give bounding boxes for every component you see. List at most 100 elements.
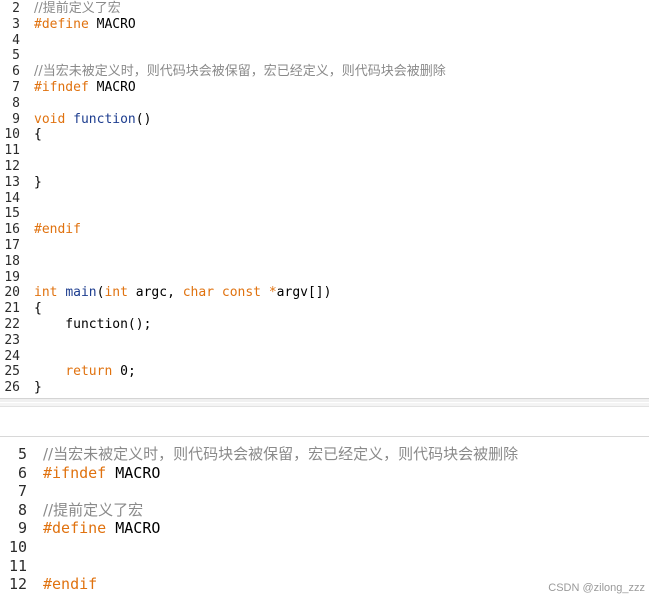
code-line[interactable]: 15 (0, 206, 649, 222)
code-text: //当宏未被定义时，则代码块会被保留，宏已经定义，则代码块会被删除 (34, 64, 446, 80)
code-line[interactable]: 24 (0, 349, 649, 365)
code-line[interactable]: 5 (0, 48, 649, 64)
line-number: 19 (4, 269, 20, 285)
keyword: const (221, 285, 262, 301)
code-line[interactable]: 17 (0, 238, 649, 254)
code-line[interactable]: 8 (0, 96, 649, 112)
code-line[interactable]: 8 //提前定义了宏 (0, 501, 649, 520)
line-number: 14 (4, 190, 20, 206)
code-line[interactable]: 20 int main(int argc, char const *argv[]) (0, 285, 649, 301)
code-line[interactable]: 23 (0, 333, 649, 349)
bottom-code-editor[interactable]: 5 //当宏未被定义时，则代码块会被保留，宏已经定义，则代码块会被删除 6 #ifnd… (0, 437, 649, 598)
code-line[interactable]: 7 (0, 482, 649, 501)
code-comment: //提前定义了宏 (43, 500, 144, 519)
keyword: * (268, 285, 277, 301)
code-line[interactable]: 19 (0, 270, 649, 286)
preprocessor-directive: #endif (34, 222, 81, 238)
code-line[interactable]: 6 //当宏未被定义时，则代码块会被保留，宏已经定义，则代码块会被删除 (0, 64, 649, 80)
code-line[interactable]: 25 return 0; (0, 364, 649, 380)
line-number: 2 (12, 1, 20, 16)
line-number: 11 (8, 556, 27, 575)
code-text: //当宏未被定义时，则代码块会被保留，宏已经定义，则代码块会被删除 (43, 445, 518, 464)
code-line[interactable]: 16 #endif (0, 222, 649, 238)
code-token: argv[]) (276, 285, 332, 301)
line-number: 10 (4, 127, 20, 143)
code-token: MACRO (106, 519, 161, 538)
code-line[interactable]: 6 #ifndef MACRO (0, 464, 649, 483)
code-text: } (34, 380, 42, 396)
code-token: ; (127, 364, 136, 380)
code-line[interactable]: 11 (0, 557, 649, 576)
code-line[interactable]: 12 (0, 159, 649, 175)
code-text: //提前定义了宏 (34, 1, 121, 17)
code-line[interactable]: 2 //提前定义了宏 (0, 1, 649, 17)
code-line[interactable]: 22 function(); (0, 317, 649, 333)
code-line[interactable]: 4 (0, 33, 649, 49)
line-number: 12 (4, 159, 20, 174)
code-comment: //当宏未被定义时，则代码块会被保留，宏已经定义，则代码块会被删除 (34, 64, 446, 80)
line-number: 7 (12, 80, 20, 95)
code-comment: //提前定义了宏 (34, 1, 121, 16)
code-line[interactable]: 9 void function() (0, 112, 649, 128)
code-line[interactable]: 9 #define MACRO (0, 519, 649, 538)
code-line[interactable]: 10 (0, 538, 649, 557)
line-number: 24 (4, 348, 20, 364)
code-token: MACRO (88, 16, 136, 32)
code-text: return 0; (34, 364, 136, 380)
code-text: #endif (43, 575, 97, 594)
code-text: #endif (34, 222, 81, 238)
keyword: int (104, 285, 128, 301)
line-number: 6 (12, 64, 20, 80)
code-token: { (34, 127, 42, 143)
line-number: 17 (4, 238, 20, 253)
code-token: } (34, 174, 42, 190)
line-number: 3 (12, 16, 20, 32)
keyword: char (182, 285, 215, 301)
keyword: void (34, 111, 66, 127)
line-number: 26 (4, 380, 20, 396)
line-number: 18 (4, 253, 20, 269)
line-number: 20 (4, 285, 20, 301)
top-code-editor[interactable]: 2 //提前定义了宏 3 #define MACRO 4 5 6 //当宏未被定义时，则代码块… (0, 0, 649, 398)
code-line[interactable]: 3 #define MACRO (0, 17, 649, 33)
code-line[interactable]: 13} (0, 175, 649, 191)
code-line[interactable]: 18 (0, 254, 649, 270)
code-token: argc, (127, 285, 183, 301)
preprocessor-directive: #ifndef (34, 80, 89, 95)
line-number: 8 (17, 500, 27, 519)
code-line[interactable]: 26} (0, 380, 649, 396)
code-line[interactable]: 10 { (0, 127, 649, 143)
code-line[interactable]: 7 #ifndef MACRO (0, 80, 649, 96)
code-line[interactable]: 14 (0, 191, 649, 207)
line-number: 8 (12, 95, 20, 111)
line-number: 5 (17, 445, 27, 463)
line-number: 22 (4, 317, 20, 332)
code-line[interactable]: 11 (0, 143, 649, 159)
code-token: MACRO (106, 463, 161, 482)
code-line[interactable]: 5 //当宏未被定义时，则代码块会被保留，宏已经定义，则代码块会被删除 (0, 445, 649, 464)
code-text: int main(int argc, char const *argv[]) (34, 285, 331, 301)
code-text: function(); (34, 317, 151, 333)
line-number: 10 (8, 538, 27, 556)
line-number: 9 (17, 519, 27, 538)
line-number: 15 (4, 206, 20, 222)
line-number: 23 (4, 332, 20, 348)
line-number: 13 (4, 174, 20, 190)
code-text: { (34, 301, 42, 317)
preprocessor-directive: #ifndef (43, 463, 107, 482)
line-number: 21 (4, 301, 20, 317)
keyword: int (34, 285, 58, 301)
function-name: function (73, 111, 136, 127)
code-token: () (135, 111, 152, 127)
line-number: 11 (4, 143, 20, 159)
code-line[interactable]: 21 { (0, 301, 649, 317)
line-number: 16 (4, 222, 20, 238)
function-name: main (65, 285, 97, 301)
preprocessor-directive: #endif (43, 575, 98, 594)
keyword: return (65, 364, 113, 380)
line-number: 6 (17, 463, 27, 482)
code-text: void function() (34, 112, 151, 128)
